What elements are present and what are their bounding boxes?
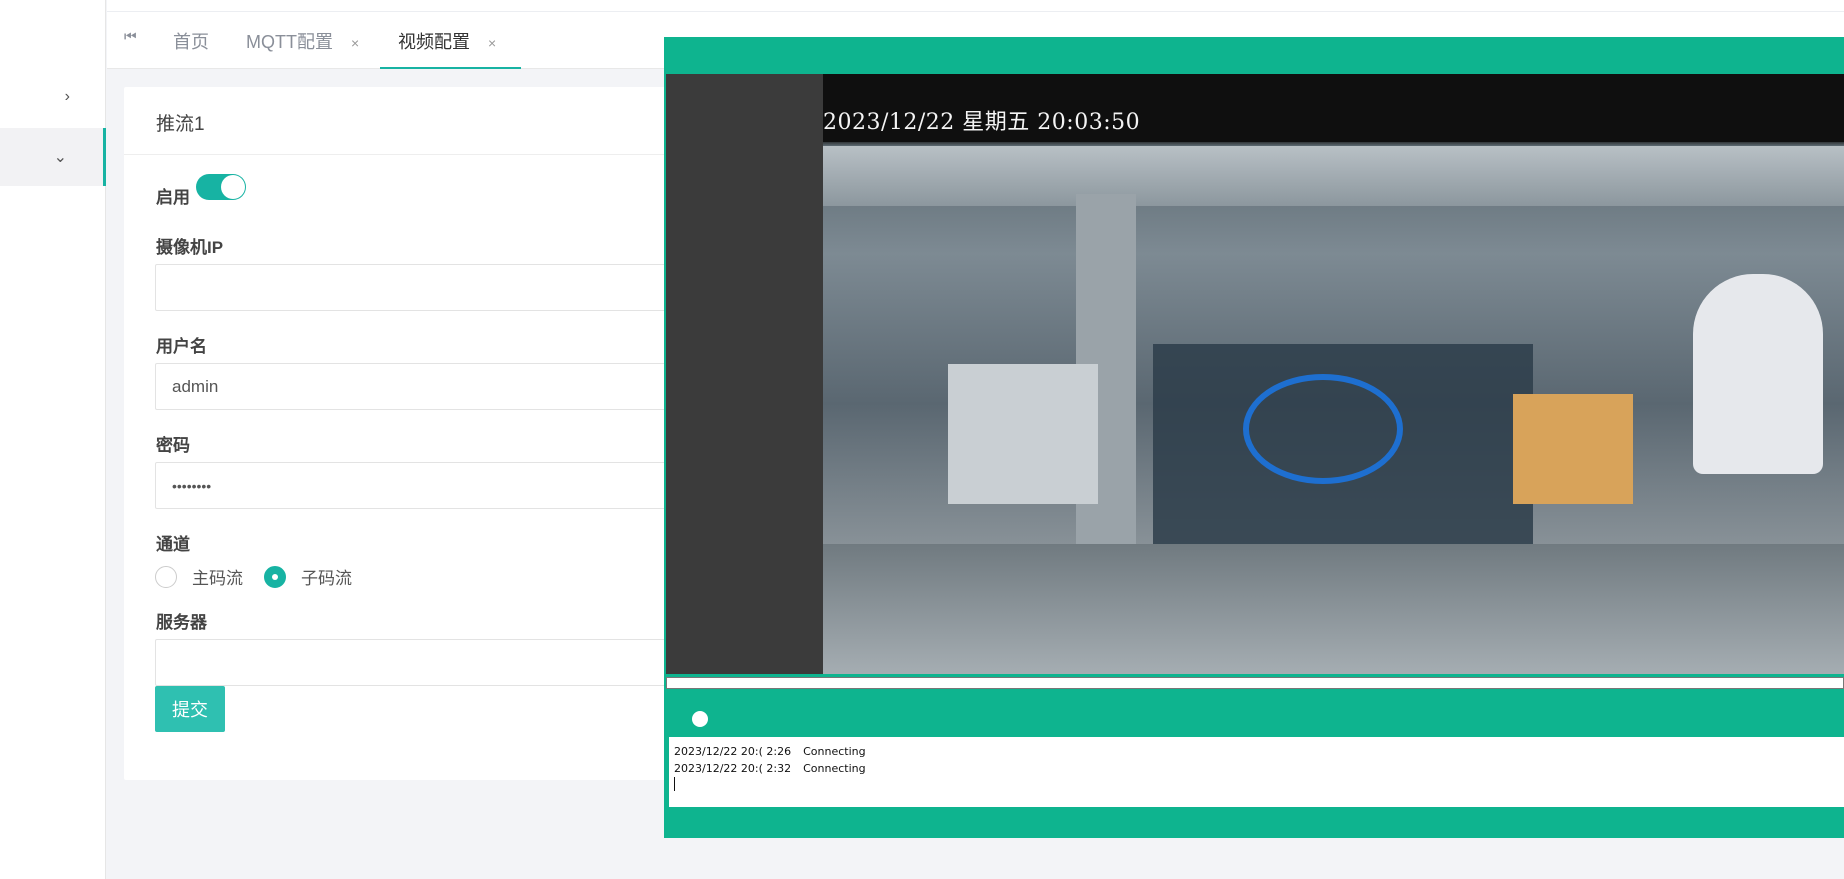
password-label: 密码 [156,436,190,455]
video-viewport[interactable]: 2023/12/22 星期五 20:03:50 [666,74,1844,674]
tab-video-config[interactable]: 视频配置 × [398,28,496,54]
tab-mqtt-config[interactable]: MQTT配置 × [246,28,359,54]
radio-sub-stream[interactable]: 子码流 [264,564,352,589]
radio-label: 子码流 [301,569,352,588]
camera-ip-input[interactable] [155,264,695,311]
conveyor-frame [823,146,1844,206]
machine-block [948,364,1098,504]
video-player-window: 2023/12/22 星期五 20:03:50 2023/12/22 20:( … [664,37,1844,838]
username-label: 用户名 [156,337,207,356]
close-icon[interactable]: × [488,35,496,51]
radio-label: 主码流 [192,569,243,588]
seek-bar[interactable] [666,677,1844,689]
tab-label: MQTT配置 [246,32,333,52]
tab-first-icon[interactable]: ⏮ [124,28,137,45]
server-input[interactable] [155,639,695,686]
radio-circle [264,565,286,588]
worker-figure [1693,274,1823,474]
password-input[interactable]: •••••••• [155,462,695,509]
enable-toggle[interactable] [196,174,246,200]
server-label: 服务器 [156,613,207,632]
chevron-down-icon: ⌄ [53,149,67,166]
log-row: 2023/12/22 20:( 2:32 Connecting [674,762,866,775]
text-cursor [674,777,675,791]
radio-circle [155,565,177,588]
tab-label: 首页 [173,32,209,52]
camera-frame [823,74,1844,674]
close-icon[interactable]: × [351,35,359,51]
channel-label: 通道 [156,535,190,554]
blue-tubing [1243,374,1403,484]
player-controls [666,692,1844,742]
chevron-right-icon: › [64,88,70,105]
toggle-knob [221,175,245,199]
play-button[interactable] [692,711,708,727]
sidebar-item-collapsed[interactable]: › [0,68,106,126]
active-tab-indicator [380,67,521,69]
username-input[interactable]: admin [155,363,695,410]
radio-main-stream[interactable]: 主码流 [155,564,243,589]
enable-label: 启用 [156,188,190,207]
tab-label: 视频配置 [398,32,470,52]
camera-ip-label: 摄像机IP [156,238,224,257]
card-title: 推流1 [156,114,205,135]
top-header [107,0,1844,12]
video-timestamp-overlay: 2023/12/22 星期五 20:03:50 [823,110,1141,135]
stream-config-card: 推流1 启用 摄像机IP 用户名 admin 密码 •••••••• 通道 主码… [124,87,695,780]
tab-home[interactable]: 首页 [173,28,209,54]
connection-log: 2023/12/22 20:( 2:26 Connecting 2023/12/2… [669,737,1844,807]
submit-button[interactable]: 提交 [155,686,225,732]
sidebar: › ⌄ [0,0,106,879]
divider [124,154,684,155]
product-stack [1513,394,1633,504]
machine-base [823,544,1844,674]
sidebar-item-expanded[interactable]: ⌄ [0,128,106,186]
log-row: 2023/12/22 20:( 2:26 Connecting [674,745,866,758]
